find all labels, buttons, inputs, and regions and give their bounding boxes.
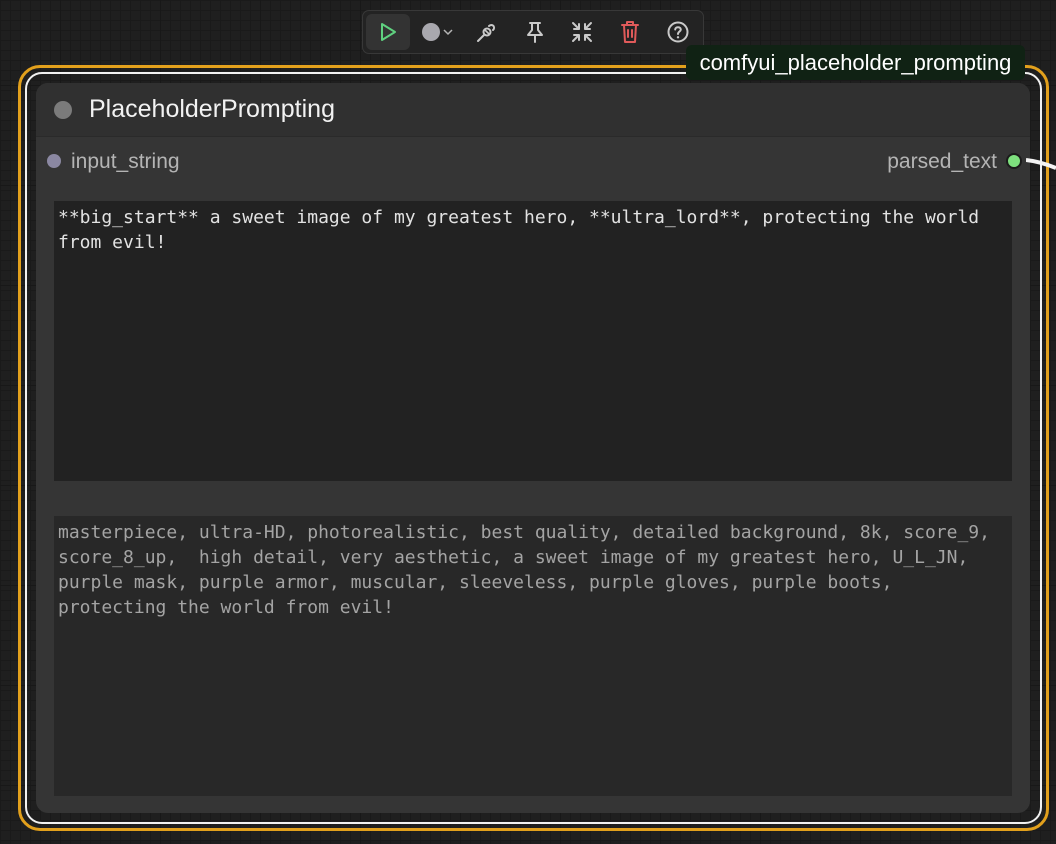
- node-source-badge: comfyui_placeholder_prompting: [686, 45, 1025, 80]
- node-title: PlaceholderPrompting: [89, 95, 335, 123]
- output-slot-dot-icon[interactable]: [1006, 153, 1022, 169]
- node-header[interactable]: PlaceholderPrompting: [36, 83, 1030, 137]
- output-text-area[interactable]: masterpiece, ultra-HD, photorealistic, b…: [54, 516, 1012, 796]
- chevron-down-icon: [442, 29, 453, 36]
- collapse-icon: [572, 22, 592, 42]
- pin-icon: [527, 22, 543, 43]
- color-picker-button[interactable]: [415, 14, 459, 50]
- collapse-toggle-icon[interactable]: [54, 101, 72, 119]
- input-text-area[interactable]: **big_start** a sweet image of my greate…: [54, 201, 1012, 481]
- output-link: [1026, 158, 1056, 170]
- bypass-icon: [477, 23, 496, 42]
- input-slot-label: input_string: [71, 150, 180, 173]
- input-slot-dot-icon[interactable]: [47, 154, 61, 168]
- collapse-button[interactable]: [560, 14, 604, 50]
- delete-button[interactable]: [608, 14, 652, 50]
- help-icon: [667, 21, 689, 43]
- color-dot-icon: [421, 23, 440, 41]
- selection-toolbox: [362, 10, 704, 54]
- run-button[interactable]: [366, 14, 410, 50]
- play-icon: [381, 23, 396, 41]
- bypass-button[interactable]: [465, 14, 509, 50]
- trash-icon: [621, 21, 639, 43]
- output-slot-label: parsed_text: [887, 150, 997, 173]
- placeholder-prompting-node[interactable]: PlaceholderPrompting input_string parsed…: [36, 83, 1030, 813]
- pin-button[interactable]: [513, 14, 557, 50]
